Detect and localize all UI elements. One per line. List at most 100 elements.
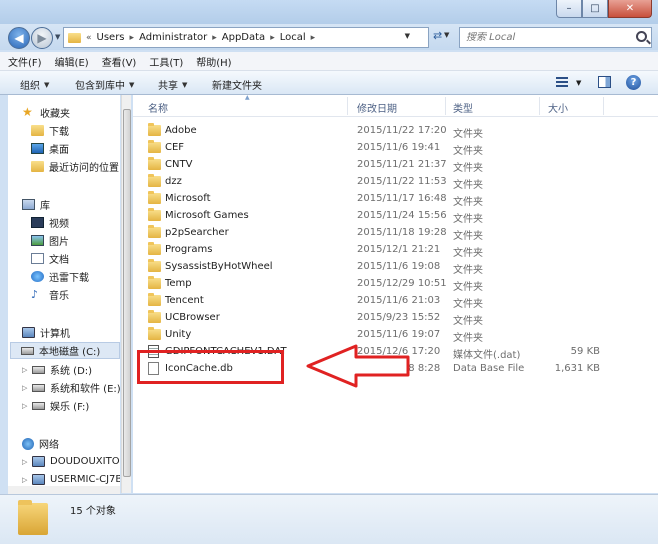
nav-libraries[interactable]: 库 — [22, 196, 120, 213]
new-folder-button[interactable]: 新建文件夹 — [212, 77, 262, 92]
breadcrumb-separator-icon[interactable]: ▸ — [212, 33, 217, 43]
expand-icon[interactable]: ▷ — [22, 476, 32, 484]
menu-edit[interactable]: 编辑(E) — [55, 54, 89, 69]
menu-help[interactable]: 帮助(H) — [196, 54, 231, 69]
hard-drive-icon — [32, 401, 45, 410]
nav-drive-e[interactable]: ▷ 系统和软件 (E:) — [22, 379, 120, 396]
file-date: 2015/11/6 19:41 — [357, 142, 441, 153]
file-row[interactable]: SysassistByHotWheel 2015/11/6 19:08 文件夹 — [133, 258, 658, 276]
file-name: CEF — [165, 142, 185, 153]
address-history-dropdown[interactable]: ▼ — [405, 32, 410, 40]
file-row[interactable]: p2pSearcher 2015/11/18 19:28 文件夹 — [133, 224, 658, 242]
breadcrumb-separator-icon[interactable]: ▸ — [311, 33, 316, 43]
nav-vertical-scrollbar[interactable] — [121, 95, 131, 493]
close-button[interactable]: ✕ — [608, 0, 652, 18]
nav-xunlei[interactable]: 迅雷下载 — [31, 268, 120, 285]
recent-pages-dropdown[interactable]: ▼ — [55, 33, 60, 41]
file-row[interactable]: CEF 2015/11/6 19:41 文件夹 — [133, 139, 658, 157]
menu-file[interactable]: 文件(F) — [8, 54, 42, 69]
nav-label: 系统和软件 (E:) — [50, 384, 120, 395]
nav-network[interactable]: 网络 — [22, 435, 120, 452]
file-row[interactable]: Temp 2015/12/29 10:51 文件夹 — [133, 275, 658, 293]
search-input[interactable] — [466, 32, 626, 43]
breadcrumb-separator-icon[interactable]: ▸ — [130, 33, 135, 43]
file-row[interactable]: Programs 2015/12/1 21:21 文件夹 — [133, 241, 658, 259]
column-size[interactable]: 大小 — [548, 100, 568, 115]
breadcrumb-appdata[interactable]: AppData — [222, 32, 265, 43]
file-type: Data Base File — [453, 363, 525, 374]
file-type: 文件夹 — [453, 146, 483, 157]
help-icon[interactable]: ? — [626, 75, 641, 90]
nav-network-pc-1[interactable]: ▷ DOUDOUXITON — [22, 453, 120, 470]
breadcrumb-local[interactable]: Local — [280, 32, 306, 43]
folder-icon — [148, 259, 161, 272]
breadcrumb-separator-icon[interactable]: ▸ — [270, 33, 275, 43]
expand-icon[interactable]: ▷ — [22, 458, 32, 466]
menu-bar: 文件(F) 编辑(E) 查看(V) 工具(T) 帮助(H) — [0, 52, 658, 71]
file-row[interactable]: UCBrowser 2015/9/23 15:52 文件夹 — [133, 309, 658, 327]
file-row[interactable]: Unity 2015/11/6 19:07 文件夹 — [133, 326, 658, 344]
nav-drive-d[interactable]: ▷ 系统 (D:) — [22, 361, 120, 378]
nav-horizontal-scrollbar[interactable] — [8, 486, 120, 494]
search-icon[interactable] — [636, 31, 647, 42]
column-divider[interactable] — [603, 97, 604, 115]
nav-videos[interactable]: 视频 — [31, 214, 120, 231]
minimize-button[interactable]: – — [556, 0, 582, 18]
nav-label: 最近访问的位置 — [49, 163, 119, 174]
file-row[interactable]: CNTV 2015/11/21 21:37 文件夹 — [133, 156, 658, 174]
file-row[interactable]: Microsoft 2015/11/17 16:48 文件夹 — [133, 190, 658, 208]
expand-icon[interactable]: ▷ — [22, 366, 32, 374]
preview-pane-icon[interactable] — [598, 76, 611, 88]
nav-documents[interactable]: 文档 — [31, 250, 120, 267]
nav-favorites[interactable]: ★ 收藏夹 — [22, 104, 120, 121]
nav-recent[interactable]: 最近访问的位置 — [31, 158, 120, 175]
back-button[interactable]: ◀ — [8, 27, 30, 49]
column-type[interactable]: 类型 — [453, 100, 473, 115]
column-divider[interactable] — [445, 97, 446, 115]
maximize-button[interactable]: □ — [582, 0, 608, 18]
file-date: 2015/11/17 16:48 — [357, 193, 447, 204]
nav-computer[interactable]: 计算机 — [22, 324, 120, 341]
file-list-pane: ▲ 名称 修改日期 类型 大小 Adobe 2015/11/22 17:20 文件夹… — [133, 94, 658, 493]
forward-button[interactable]: ▶ — [31, 27, 53, 49]
nav-desktop[interactable]: 桌面 — [31, 140, 120, 157]
file-type: 文件夹 — [453, 265, 483, 276]
file-type: 文件夹 — [453, 316, 483, 327]
file-row[interactable]: dzz 2015/11/22 11:53 文件夹 — [133, 173, 658, 191]
nav-label: 视频 — [49, 219, 69, 230]
downloads-folder-icon — [31, 125, 44, 136]
nav-drive-f[interactable]: ▷ 娱乐 (F:) — [22, 397, 120, 414]
search-box[interactable] — [459, 27, 652, 48]
nav-downloads[interactable]: 下载 — [31, 122, 120, 139]
computer-icon — [22, 327, 35, 338]
organize-button[interactable]: 组织 ▼ — [20, 77, 49, 93]
nav-drive-c[interactable]: 本地磁盘 (C:) — [10, 342, 120, 359]
include-in-library-button[interactable]: 包含到库中 ▼ — [75, 77, 134, 93]
column-date[interactable]: 修改日期 — [357, 100, 397, 115]
nav-pictures[interactable]: 图片 — [31, 232, 120, 249]
breadcrumb-users[interactable]: Users — [97, 32, 125, 43]
column-divider[interactable] — [539, 97, 540, 115]
expand-icon[interactable]: ▷ — [22, 384, 32, 392]
breadcrumb-overflow[interactable]: « — [86, 33, 92, 43]
navigation-pane: ★ 收藏夹 下载 桌面 最近访问的位置 库 视频 图片 文档 迅雷下载 ♪ 音乐… — [8, 95, 120, 493]
address-bar[interactable]: « Users ▸ Administrator ▸ AppData ▸ Loca… — [63, 27, 429, 48]
nav-music[interactable]: ♪ 音乐 — [31, 286, 120, 303]
menu-view[interactable]: 查看(V) — [102, 54, 137, 69]
folder-icon — [148, 293, 161, 306]
breadcrumb-administrator[interactable]: Administrator — [139, 32, 207, 43]
file-date: 2015/11/24 15:56 — [357, 210, 447, 221]
view-list-icon[interactable] — [556, 77, 568, 88]
file-row[interactable]: Tencent 2015/11/6 21:03 文件夹 — [133, 292, 658, 310]
column-divider[interactable] — [347, 97, 348, 115]
file-row[interactable]: Microsoft Games 2015/11/24 15:56 文件夹 — [133, 207, 658, 225]
swap-icon[interactable]: ⇄ — [433, 29, 442, 42]
view-dropdown[interactable]: ▼ — [576, 79, 581, 87]
file-row[interactable]: Adobe 2015/11/22 17:20 文件夹 — [133, 122, 658, 140]
column-name[interactable]: 名称 — [148, 100, 168, 115]
menu-tools[interactable]: 工具(T) — [149, 54, 183, 69]
share-button[interactable]: 共享 ▼ — [158, 77, 187, 93]
expand-icon[interactable]: ▷ — [22, 402, 32, 410]
scrollbar-thumb[interactable] — [123, 109, 131, 477]
swap-dropdown[interactable]: ▼ — [444, 31, 449, 39]
